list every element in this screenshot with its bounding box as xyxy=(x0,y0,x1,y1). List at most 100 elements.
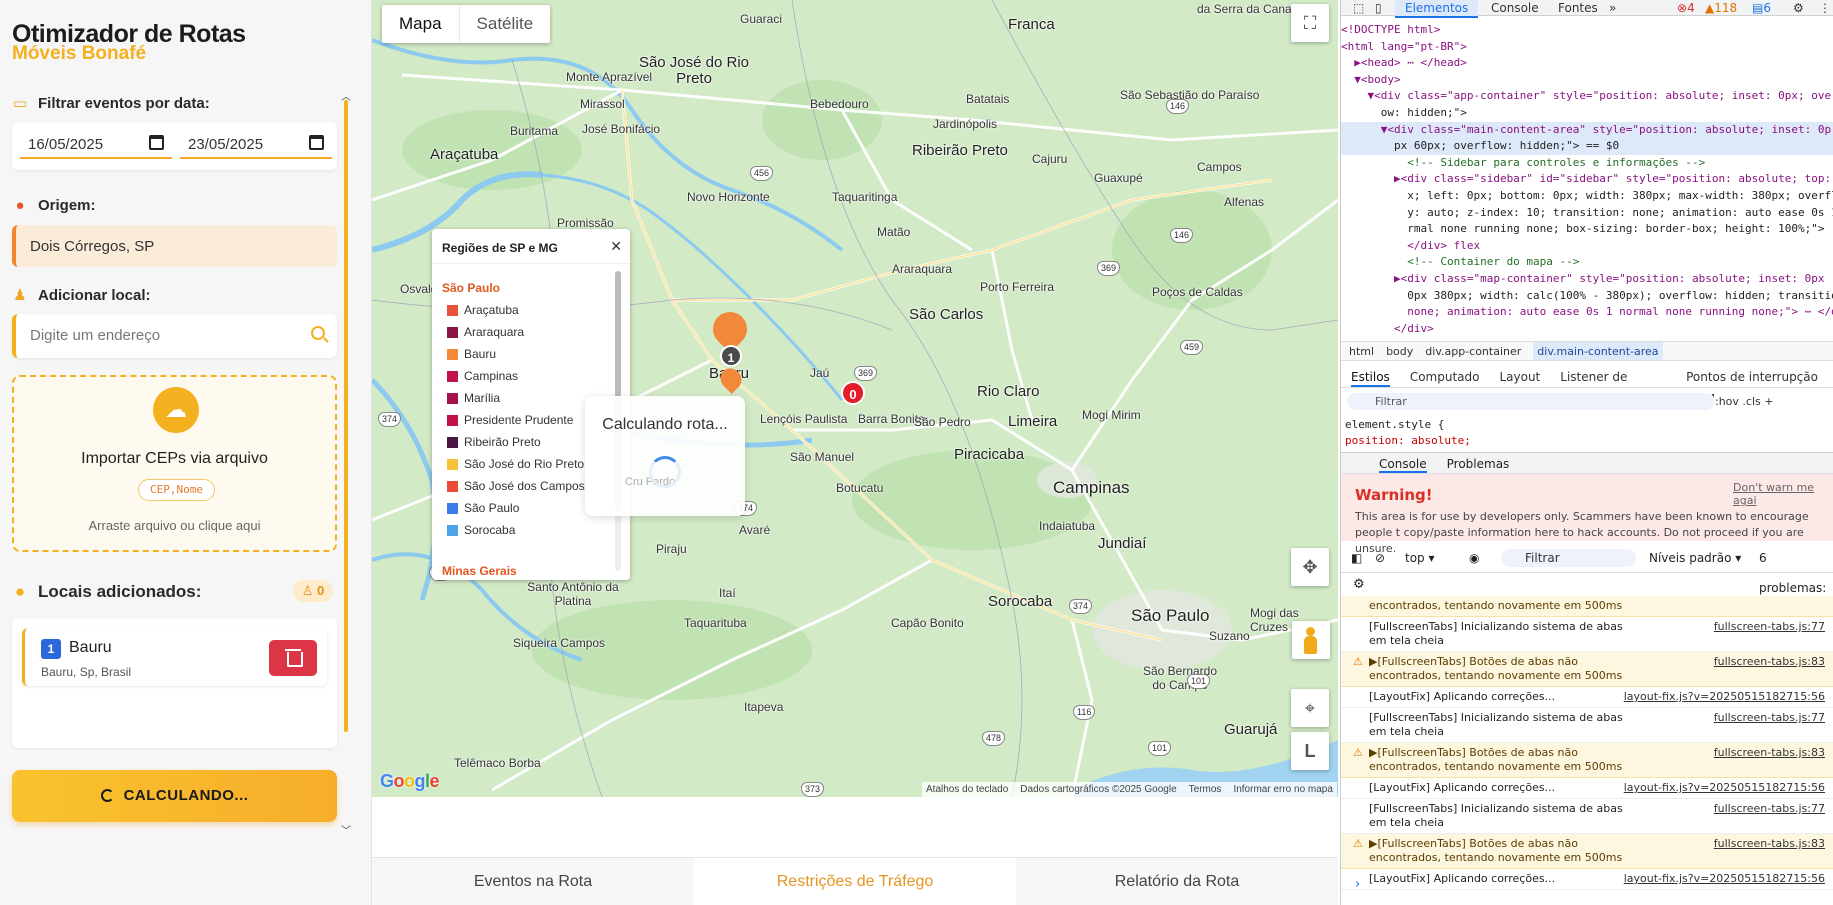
console-message[interactable]: [LayoutFix] Aplicando correções... layout… xyxy=(1341,778,1833,799)
calendar-picker-icon[interactable] xyxy=(149,135,164,150)
console-source-link[interactable]: fullscreen-tabs.js:83 xyxy=(1714,837,1825,851)
console-source-link[interactable]: fullscreen-tabs.js:77 xyxy=(1714,711,1825,725)
console-message[interactable]: ⚠ ▶[FullscreenTabs] Botões de abas não en… xyxy=(1341,652,1833,687)
list-item[interactable]: 1 Bauru Bauru, Sp, Brasil xyxy=(22,628,327,686)
warning-dismiss-link[interactable]: Don't warn me agai xyxy=(1733,481,1833,507)
tab-console[interactable]: Console xyxy=(1491,0,1539,16)
tab-layout[interactable]: Layout xyxy=(1499,366,1540,387)
styles-filter-extras[interactable]: :hov .cls + xyxy=(1715,393,1773,410)
dom-node-line[interactable]: px 60px; overflow: hidden;"> == $0 xyxy=(1341,138,1833,155)
eye-icon[interactable]: ◉ xyxy=(1469,543,1479,573)
console-source-link[interactable]: layout-fix.js?v=20250515182715:56 xyxy=(1624,690,1825,704)
breadcrumb-item[interactable]: html xyxy=(1349,342,1374,360)
breadcrumb-item[interactable]: div.app-container xyxy=(1425,342,1521,360)
dom-node-line[interactable]: <!-- Sidebar para controles e informaçõe… xyxy=(1341,155,1833,172)
search-icon[interactable] xyxy=(311,326,325,340)
import-dropzone[interactable]: ☁ Importar CEPs via arquivo CEP,Nome Arr… xyxy=(12,375,337,552)
console-message[interactable]: [FullscreenTabs] Inicializando sistema d… xyxy=(1341,799,1833,834)
dom-node-line[interactable]: ▶<div class="map-container" style="posit… xyxy=(1341,271,1833,288)
inspect-icon[interactable]: ⬚ xyxy=(1353,0,1364,16)
info-count-badge[interactable]: ▤6 xyxy=(1752,0,1771,16)
console-message[interactable]: [LayoutFix] Aplicando correções... layout… xyxy=(1341,869,1833,890)
dom-node-line[interactable]: <html lang="pt-BR"> xyxy=(1341,39,1833,56)
tab-route-events[interactable]: Eventos na Rota xyxy=(372,858,694,905)
console-message[interactable]: encontrados, tentando novamente em 500ms xyxy=(1341,596,1833,617)
console-source-link[interactable]: fullscreen-tabs.js:83 xyxy=(1714,746,1825,760)
console-source-link[interactable]: layout-fix.js?v=20250515182715:56 xyxy=(1624,781,1825,795)
map-type-map-tab[interactable]: Mapa xyxy=(382,5,460,43)
console-source-link[interactable]: layout-fix.js?v=20250515182715:56 xyxy=(1624,872,1825,886)
more-tabs-icon[interactable]: » xyxy=(1609,0,1616,16)
settings-gear-icon[interactable]: ⚙ xyxy=(1353,577,1365,592)
map-container[interactable]: Guaraci Franca da Serra da Canastra São … xyxy=(372,0,1338,797)
console-message[interactable]: ⚠ ▶[FullscreenTabs] Botões de abas não en… xyxy=(1341,834,1833,869)
tab-event-listeners[interactable]: Listener de eventos xyxy=(1560,366,1666,406)
drawer-tab-console[interactable]: Console xyxy=(1379,453,1427,473)
dom-node-line[interactable]: <!DOCTYPE html> xyxy=(1341,22,1833,39)
sidebar-scrollbar[interactable] xyxy=(344,100,348,732)
console-source-link[interactable]: fullscreen-tabs.js:77 xyxy=(1714,620,1825,634)
element-style-property[interactable]: position: absolute; xyxy=(1345,433,1471,449)
tab-route-report[interactable]: Relatório da Rota xyxy=(1016,858,1338,905)
dom-node-line[interactable]: rmal none running none; box-sizing: bord… xyxy=(1341,221,1833,238)
calendar-picker-icon[interactable] xyxy=(309,135,324,150)
address-input[interactable]: Digite um endereço xyxy=(12,314,337,358)
tab-dom-breakpoints[interactable]: Pontos de interrupção DOM xyxy=(1686,366,1833,406)
keyboard-shortcuts-link[interactable]: Atalhos do teclado xyxy=(926,782,1008,797)
console-prompt[interactable]: › xyxy=(1355,877,1360,892)
tab-elements[interactable]: Elementos xyxy=(1395,0,1479,18)
dom-node-line[interactable]: y: auto; z-index: 10; transition: none; … xyxy=(1341,205,1833,222)
device-toolbar-icon[interactable]: ▯ xyxy=(1375,0,1382,16)
problems-count[interactable]: 6 problemas: xyxy=(1759,543,1833,603)
close-icon[interactable]: ✕ xyxy=(610,238,622,255)
console-filter-input[interactable]: Filtrar xyxy=(1501,549,1636,567)
dom-node-line[interactable]: ▶<div class="sidebar" id="sidebar" style… xyxy=(1341,171,1833,188)
levels-select[interactable]: Níveis padrão ▾ xyxy=(1649,543,1741,573)
cluster-marker-zero[interactable]: 0 xyxy=(841,381,865,405)
date-start-input[interactable]: 16/05/2025 xyxy=(20,131,172,159)
settings-gear-icon[interactable]: ⚙ xyxy=(1793,0,1804,16)
dom-node-line[interactable]: 0px 380px; width: calc(100% - 380px); ov… xyxy=(1341,288,1833,305)
scroll-down-icon[interactable]: ﹀ xyxy=(341,822,351,837)
tab-computed[interactable]: Computado xyxy=(1410,366,1480,387)
tab-styles[interactable]: Estilos xyxy=(1351,366,1390,387)
calculate-route-button[interactable]: CALCULANDO... xyxy=(12,770,337,822)
fullscreen-icon[interactable]: ⛶ xyxy=(1291,4,1329,42)
dom-node-line[interactable]: ▼<body> xyxy=(1341,72,1833,89)
report-error-link[interactable]: Informar erro no mapa xyxy=(1233,782,1333,797)
breadcrumb-item-selected[interactable]: div.main-content-area xyxy=(1533,342,1663,360)
pan-icon[interactable]: ✥ xyxy=(1291,548,1329,586)
tab-sources[interactable]: Fontes xyxy=(1558,0,1598,16)
map-type-satellite-tab[interactable]: Satélite xyxy=(460,5,551,43)
console-message[interactable]: [FullscreenTabs] Inicializando sistema d… xyxy=(1341,617,1833,652)
origin-field[interactable]: Dois Córregos, SP xyxy=(12,225,337,267)
error-count-badge[interactable]: ⊗4 xyxy=(1677,0,1695,16)
dom-node-line[interactable]: ▶<head> ⋯ </head> xyxy=(1341,55,1833,72)
more-options-icon[interactable]: ⋮ xyxy=(1819,0,1831,16)
date-end-input[interactable]: 23/05/2025 xyxy=(180,131,332,159)
dom-node-line[interactable]: none; animation: auto ease 0s 1 normal n… xyxy=(1341,304,1833,321)
cluster-marker[interactable]: 1 xyxy=(720,345,742,367)
context-select[interactable]: top ▾ xyxy=(1405,543,1435,573)
dom-node-line[interactable]: </div> xyxy=(1341,321,1833,338)
sidebar-toggle-icon[interactable]: ◧ xyxy=(1351,543,1362,573)
console-source-link[interactable]: fullscreen-tabs.js:77 xyxy=(1714,802,1825,816)
dom-node-line[interactable]: </div> flex xyxy=(1341,238,1833,255)
breadcrumb-item[interactable]: body xyxy=(1386,342,1413,360)
street-view-pegman-icon[interactable] xyxy=(1292,621,1330,659)
dom-node-line[interactable]: ow: hidden;"> xyxy=(1341,105,1833,122)
clear-console-icon[interactable]: ⊘ xyxy=(1375,543,1385,573)
dom-node-line[interactable]: <!-- Container do mapa --> xyxy=(1341,254,1833,271)
dom-node-line[interactable]: ▼<div class="app-container" style="posit… xyxy=(1341,88,1833,105)
dom-node-line[interactable]: ▼<div class="main-content-area" style="p… xyxy=(1341,121,1833,139)
my-location-icon[interactable]: ⌖ xyxy=(1291,689,1329,727)
delete-location-button[interactable] xyxy=(269,640,317,676)
terms-link[interactable]: Termos xyxy=(1189,782,1222,797)
element-style-rule[interactable]: element.style { position: absolute; xyxy=(1345,417,1471,449)
console-message[interactable]: [LayoutFix] Aplicando correções... layout… xyxy=(1341,687,1833,708)
warning-count-badge[interactable]: ▲118 xyxy=(1705,0,1737,16)
console-message[interactable]: ⚠ ▶[FullscreenTabs] Botões de abas não en… xyxy=(1341,743,1833,778)
console-source-link[interactable]: fullscreen-tabs.js:83 xyxy=(1714,655,1825,669)
styles-filter-input[interactable]: Filtrar xyxy=(1347,393,1715,410)
elements-tree[interactable]: <!DOCTYPE html> <html lang="pt-BR"> ▶<hea… xyxy=(1341,22,1833,337)
